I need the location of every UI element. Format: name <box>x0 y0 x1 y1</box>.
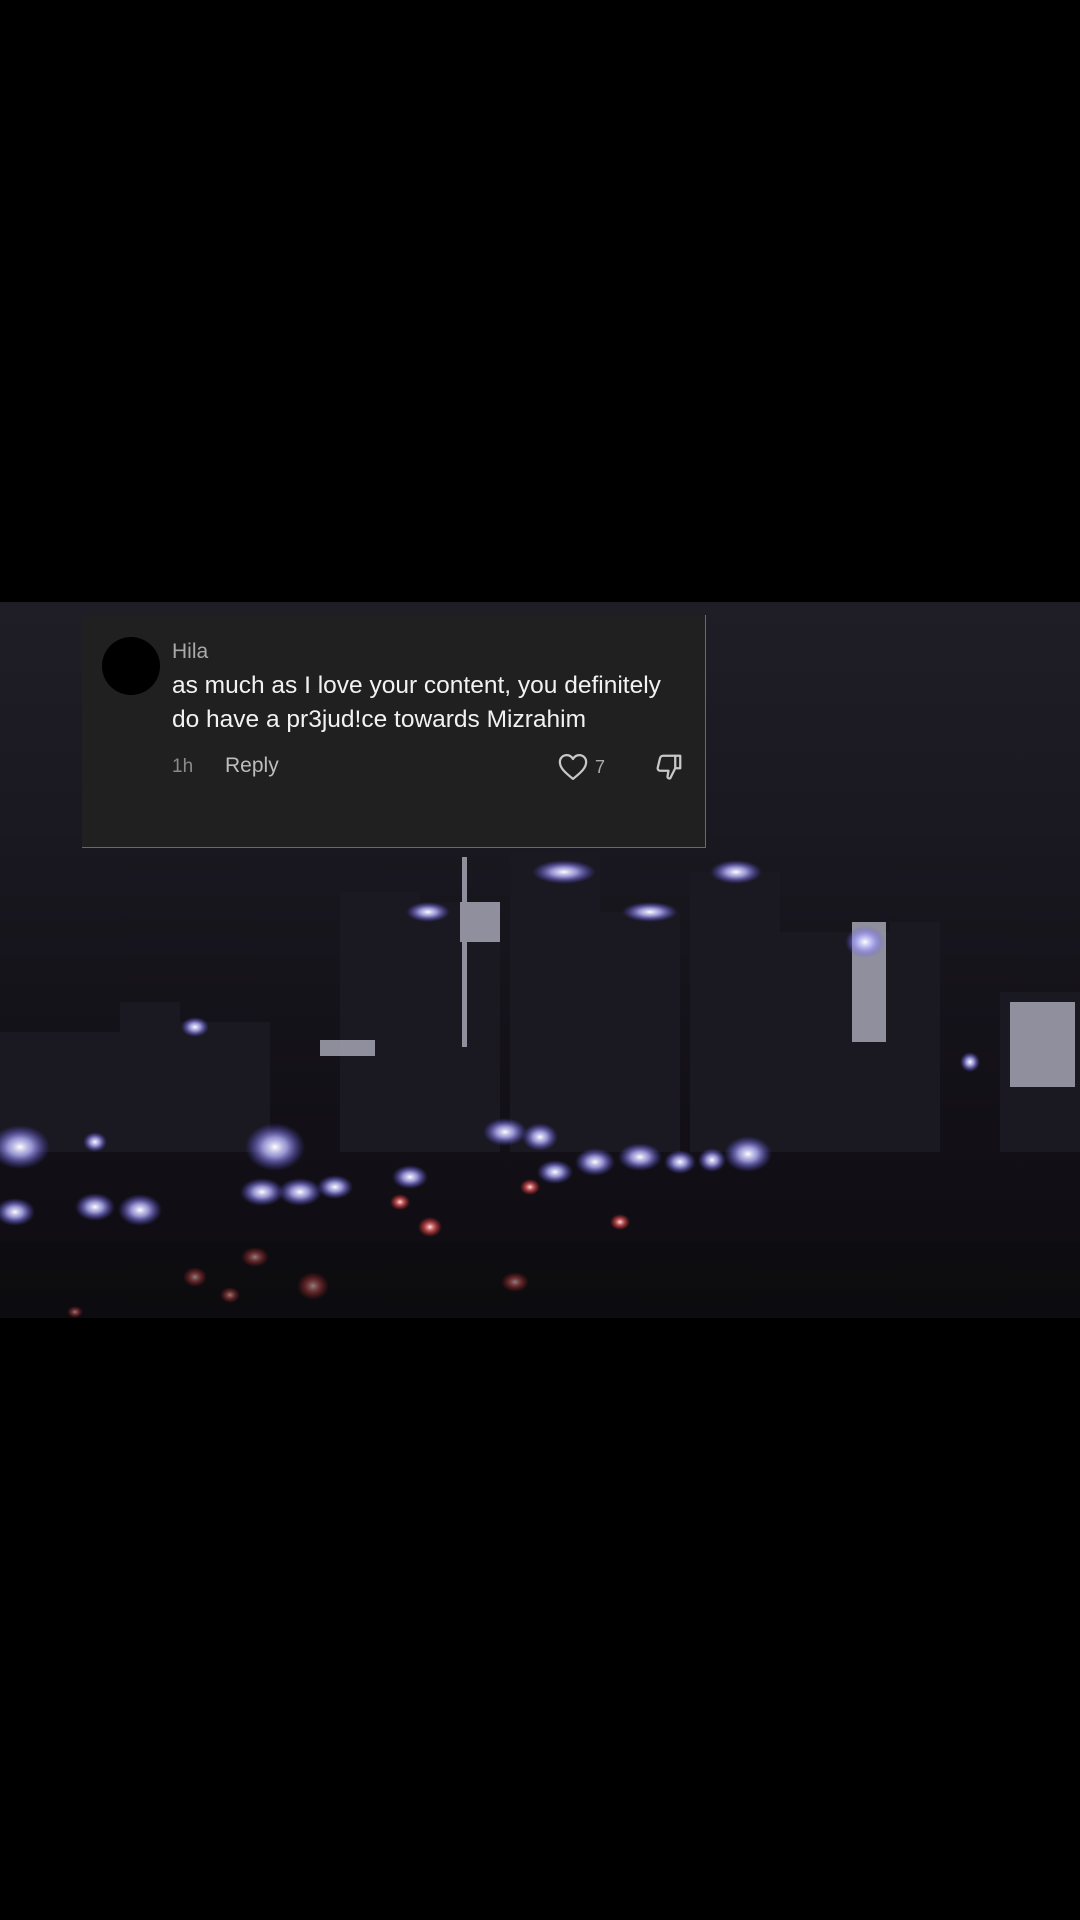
comment-text: as much as I love your content, you defi… <box>172 672 661 733</box>
avatar[interactable] <box>102 637 160 695</box>
comment-actions: 1h Reply 7 <box>172 750 692 784</box>
comment-card: Hila as much as I love your content, you… <box>82 615 706 848</box>
heart-outline-icon[interactable] <box>558 753 588 781</box>
thumbs-down-icon[interactable] <box>654 752 684 782</box>
comment-time: 1h <box>172 756 194 777</box>
reply-button[interactable]: Reply <box>225 754 279 778</box>
comment-username[interactable]: Hila <box>172 640 208 664</box>
like-count: 7 <box>595 757 606 777</box>
